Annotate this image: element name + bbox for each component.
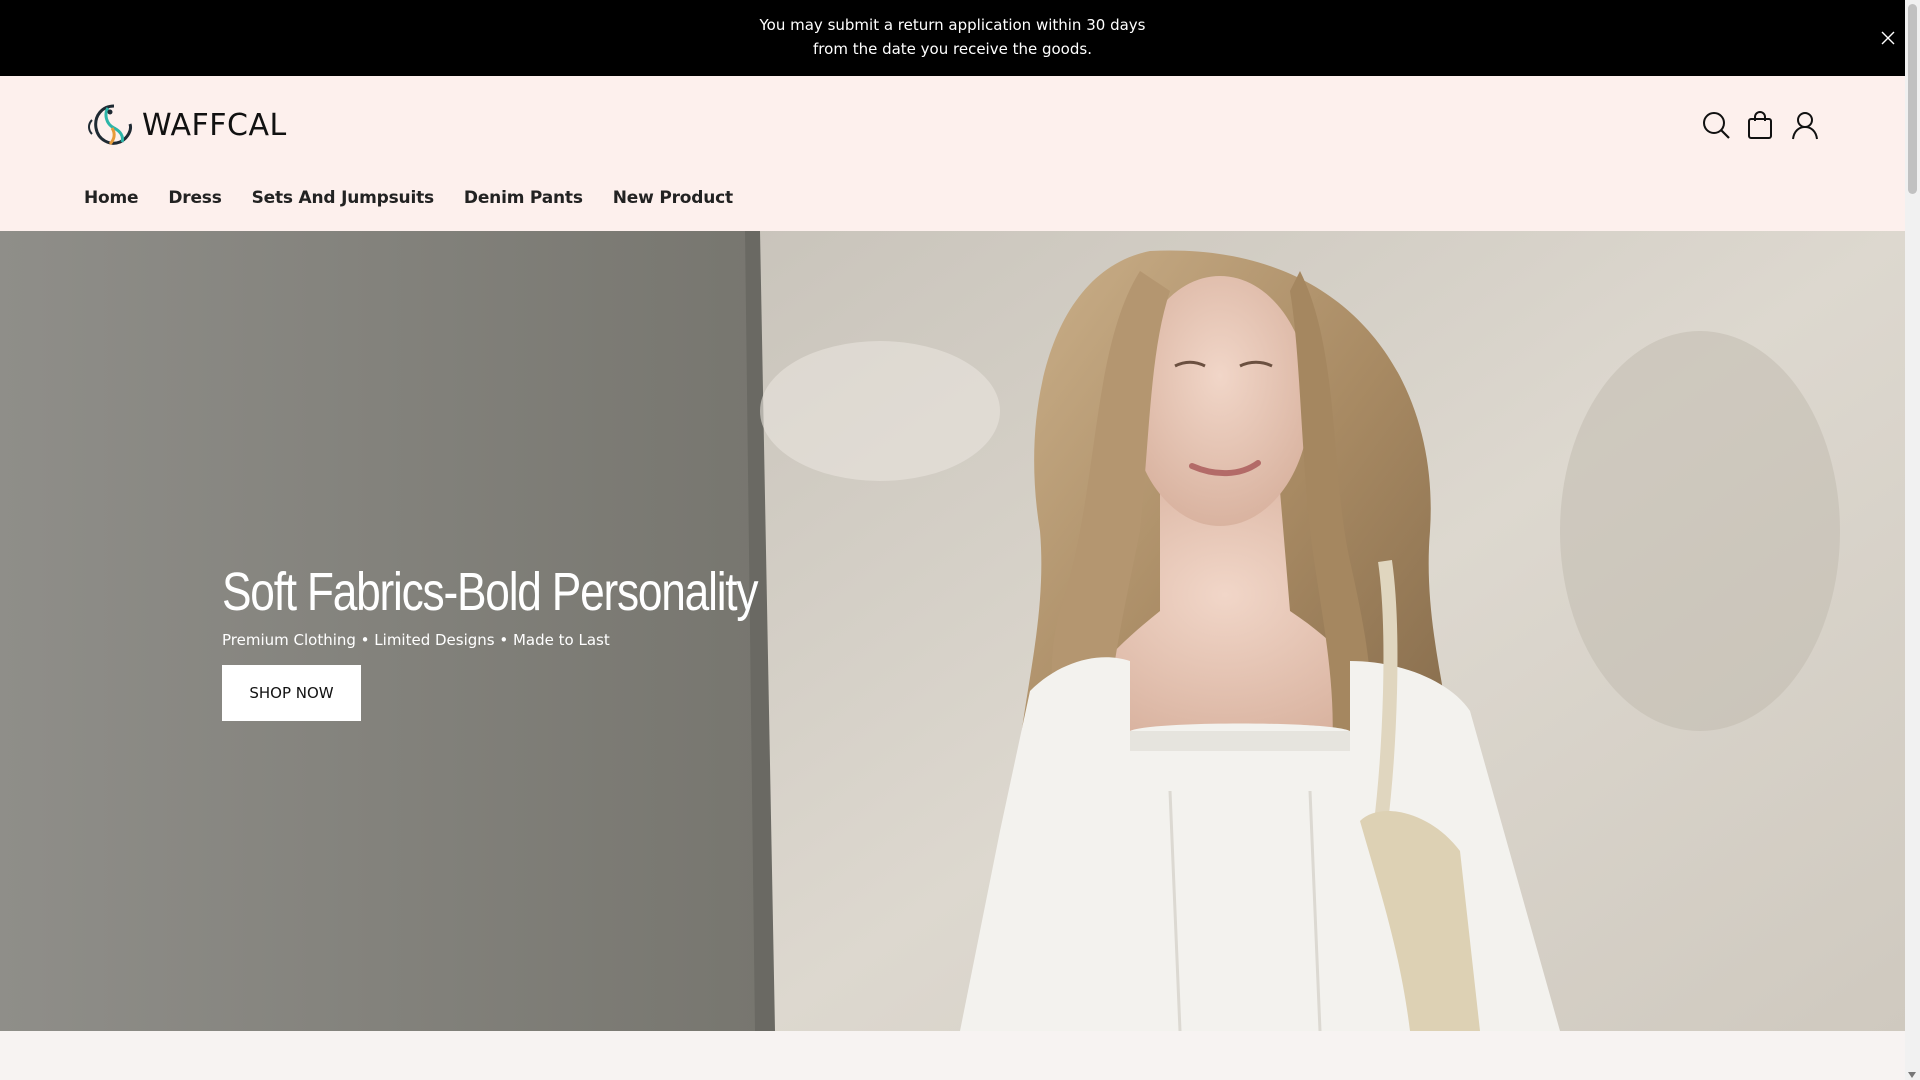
nav-item-home[interactable]: Home — [84, 188, 139, 208]
hero-banner: Soft Fabrics-Bold Personality Premium Cl… — [0, 231, 1905, 1031]
brand-name: WAFFCAL — [142, 107, 287, 143]
search-icon[interactable] — [1700, 109, 1732, 141]
nav-item-new-product[interactable]: New Product — [613, 188, 733, 208]
page-scrollbar[interactable] — [1905, 0, 1920, 1080]
main-nav: Home Dress Sets And Jumpsuits Denim Pant… — [84, 188, 763, 208]
site-header: WAFFCAL Home Dress Sets And Jumpsuits De… — [0, 76, 1905, 231]
nav-item-sets-and-jumpsuits[interactable]: Sets And Jumpsuits — [252, 188, 434, 208]
brand-logo[interactable]: WAFFCAL — [84, 100, 287, 150]
nav-item-dress[interactable]: Dress — [168, 188, 221, 208]
next-section — [0, 1031, 1905, 1080]
hero-title: Soft Fabrics-Bold Personality — [222, 562, 759, 622]
scroll-down-arrow-icon[interactable] — [1908, 1072, 1916, 1078]
logo-mark-icon — [88, 104, 132, 146]
scrollbar-thumb[interactable] — [1908, 4, 1917, 194]
announcement-text: You may submit a return application with… — [759, 16, 1146, 58]
hero-subtitle: Premium Clothing • Limited Designs • Mad… — [222, 631, 610, 649]
shop-now-button[interactable]: SHOP NOW — [222, 665, 361, 721]
account-icon[interactable] — [1789, 109, 1821, 141]
close-icon[interactable] — [1878, 28, 1898, 48]
announcement-bar: You may submit a return application with… — [0, 0, 1905, 76]
nav-item-denim-pants[interactable]: Denim Pants — [464, 188, 583, 208]
cart-icon[interactable] — [1744, 109, 1776, 141]
